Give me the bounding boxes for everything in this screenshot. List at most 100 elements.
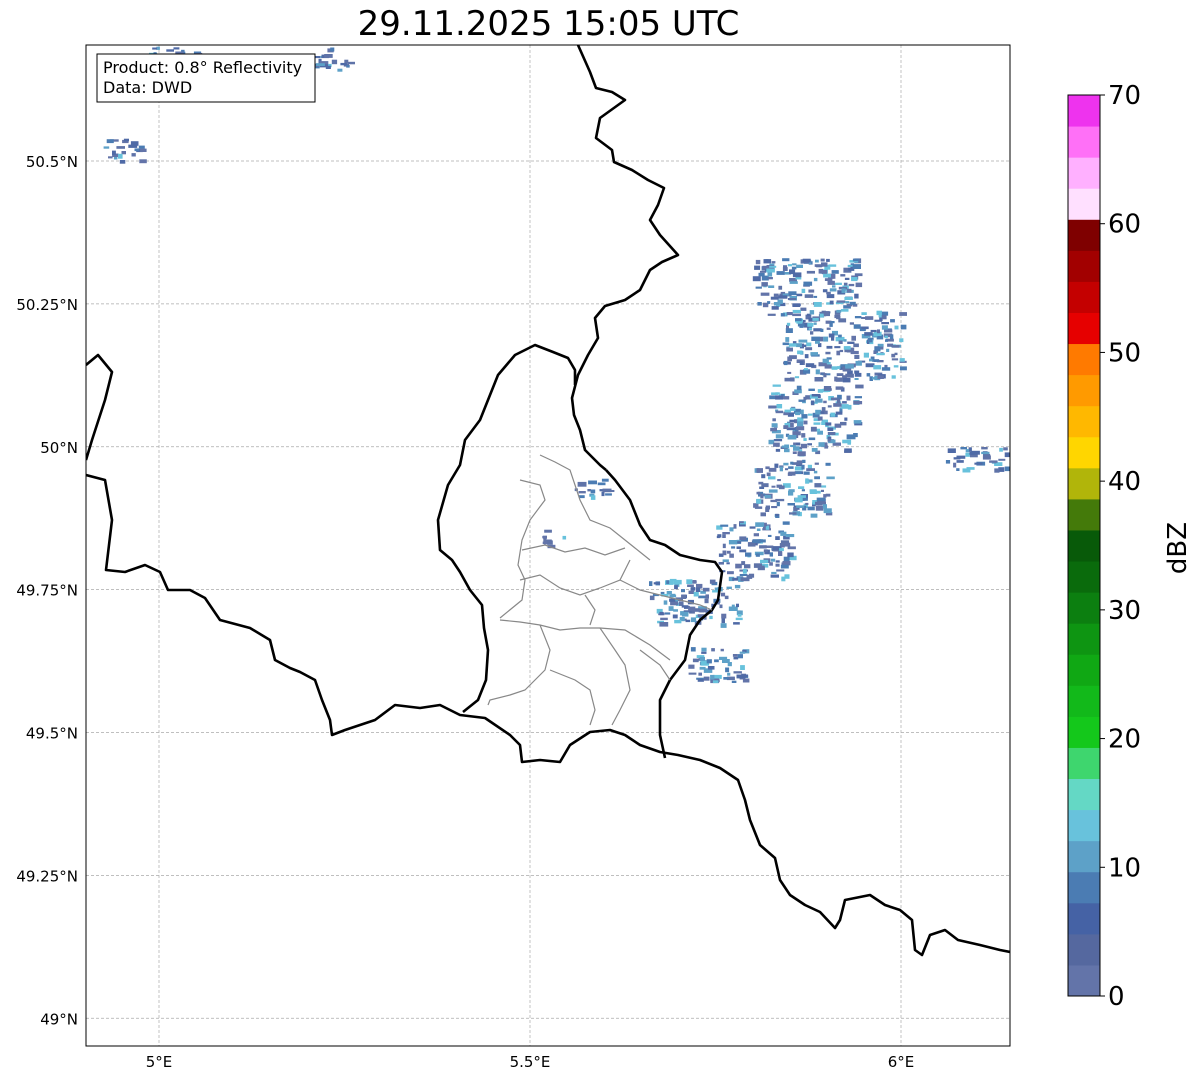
echo-pixel	[842, 375, 847, 379]
echo-pixel	[810, 352, 818, 356]
axis-ticks: 5°E5.5°E6°E6.5°E7°E50.5°N50.25°N50°N49.7…	[16, 153, 914, 1071]
echo-pixel	[664, 612, 671, 615]
echo-pixel	[783, 396, 790, 400]
echo-pixel	[821, 485, 827, 488]
echo-pixel	[804, 354, 809, 359]
echo-pixel	[782, 267, 788, 271]
echo-pixel	[768, 405, 777, 409]
echo-pixel	[803, 344, 807, 347]
echo-pixel	[754, 265, 761, 270]
echo-pixel	[824, 278, 833, 281]
echo-pixel	[787, 371, 792, 374]
colorbar-segment	[1068, 840, 1100, 873]
echo-pixel	[797, 495, 806, 498]
echo-pixel	[731, 604, 735, 609]
echo-pixel	[649, 581, 653, 586]
echo-pixel	[330, 47, 335, 52]
echo-pixel	[765, 507, 770, 512]
colorbar-segment	[1068, 188, 1100, 220]
echo-pixel	[737, 654, 743, 659]
echo-pixel	[953, 457, 961, 460]
echo-pixel	[881, 325, 888, 330]
echo-pixel	[722, 550, 727, 556]
lat-tick-label: 50.25°N	[16, 296, 78, 314]
echo-pixel	[900, 324, 907, 330]
echo-pixel	[761, 483, 769, 488]
echo-pixel	[792, 303, 801, 307]
colorbar-segment	[1068, 281, 1100, 313]
echo-pixel	[173, 47, 180, 50]
echo-pixel	[836, 315, 841, 320]
echo-pixel	[799, 361, 804, 365]
echo-pixel	[823, 388, 832, 391]
echo-pixel	[734, 584, 741, 589]
echo-pixel	[739, 651, 746, 654]
echo-pixel	[735, 617, 743, 621]
echo-pixel	[788, 489, 795, 493]
echo-pixel	[855, 360, 862, 366]
echo-pixel	[855, 384, 864, 389]
echo-pixel	[1131, 452, 1137, 456]
echo-pixel	[1003, 447, 1008, 451]
echo-pixel	[834, 376, 838, 382]
colorbar: 0 10 20 30 40 50 60 70	[1067, 81, 1141, 1012]
echo-pixel	[698, 608, 707, 613]
echo-pixel	[1139, 445, 1148, 448]
echo-pixel	[787, 298, 797, 301]
echo-pixel	[739, 574, 748, 576]
echo-pixel	[826, 345, 833, 349]
echo-pixel	[849, 322, 854, 325]
echo-pixel	[698, 595, 707, 599]
lat-tick-label: 50.5°N	[26, 153, 78, 171]
echo-pixel	[701, 651, 707, 654]
echo-pixel	[792, 309, 801, 314]
echo-pixel	[777, 479, 781, 482]
echo-pixel	[770, 499, 778, 503]
echo-pixel	[823, 336, 829, 342]
echo-pixel	[693, 591, 699, 597]
echo-pixel	[872, 359, 880, 362]
echo-pixel	[337, 68, 343, 72]
info-box: Product: 0.8° Reflectivity Data: DWD	[96, 53, 316, 103]
echo-pixel	[788, 291, 797, 295]
echo-pixel	[673, 579, 682, 585]
echo-pixel	[838, 340, 843, 344]
echo-pixel	[759, 545, 767, 549]
echo-pixel	[770, 296, 779, 300]
echo-pixel	[820, 328, 824, 332]
radar-map: 5°E5.5°E6°E6.5°E7°E50.5°N50.25°N50°N49.7…	[16, 44, 1193, 1071]
echo-pixel	[785, 468, 789, 471]
echo-pixel	[749, 573, 755, 578]
echo-pixel	[811, 448, 818, 452]
echo-pixel	[814, 264, 823, 267]
echo-pixel	[745, 552, 752, 557]
echo-pixel	[771, 423, 778, 428]
echo-pixel	[757, 302, 762, 306]
echo-pixel	[822, 270, 828, 275]
echo-pixel	[877, 375, 884, 379]
echo-pixel	[722, 543, 726, 549]
echo-pixel	[756, 468, 763, 473]
echo-pixel	[138, 145, 145, 149]
echo-pixel	[806, 342, 812, 347]
echo-pixel	[688, 590, 695, 594]
echo-pixel	[848, 283, 855, 287]
echo-pixel	[695, 587, 701, 592]
echo-pixel	[796, 426, 805, 431]
echo-pixel	[727, 571, 734, 575]
echo-pixel	[808, 388, 815, 391]
echo-pixel	[755, 522, 765, 527]
echo-pixel	[760, 292, 770, 296]
echo-pixel	[826, 294, 835, 299]
colorbar-segment	[1068, 871, 1100, 904]
echo-pixel	[831, 270, 839, 274]
echo-pixel	[817, 416, 823, 421]
echo-pixel	[890, 319, 895, 323]
echo-pixel	[851, 335, 856, 341]
echo-pixel	[767, 534, 772, 537]
echo-pixel	[801, 288, 806, 293]
echo-pixel	[849, 301, 856, 305]
echo-pixel	[792, 313, 801, 317]
echo-pixel	[709, 579, 716, 584]
echo-pixel	[776, 569, 785, 572]
